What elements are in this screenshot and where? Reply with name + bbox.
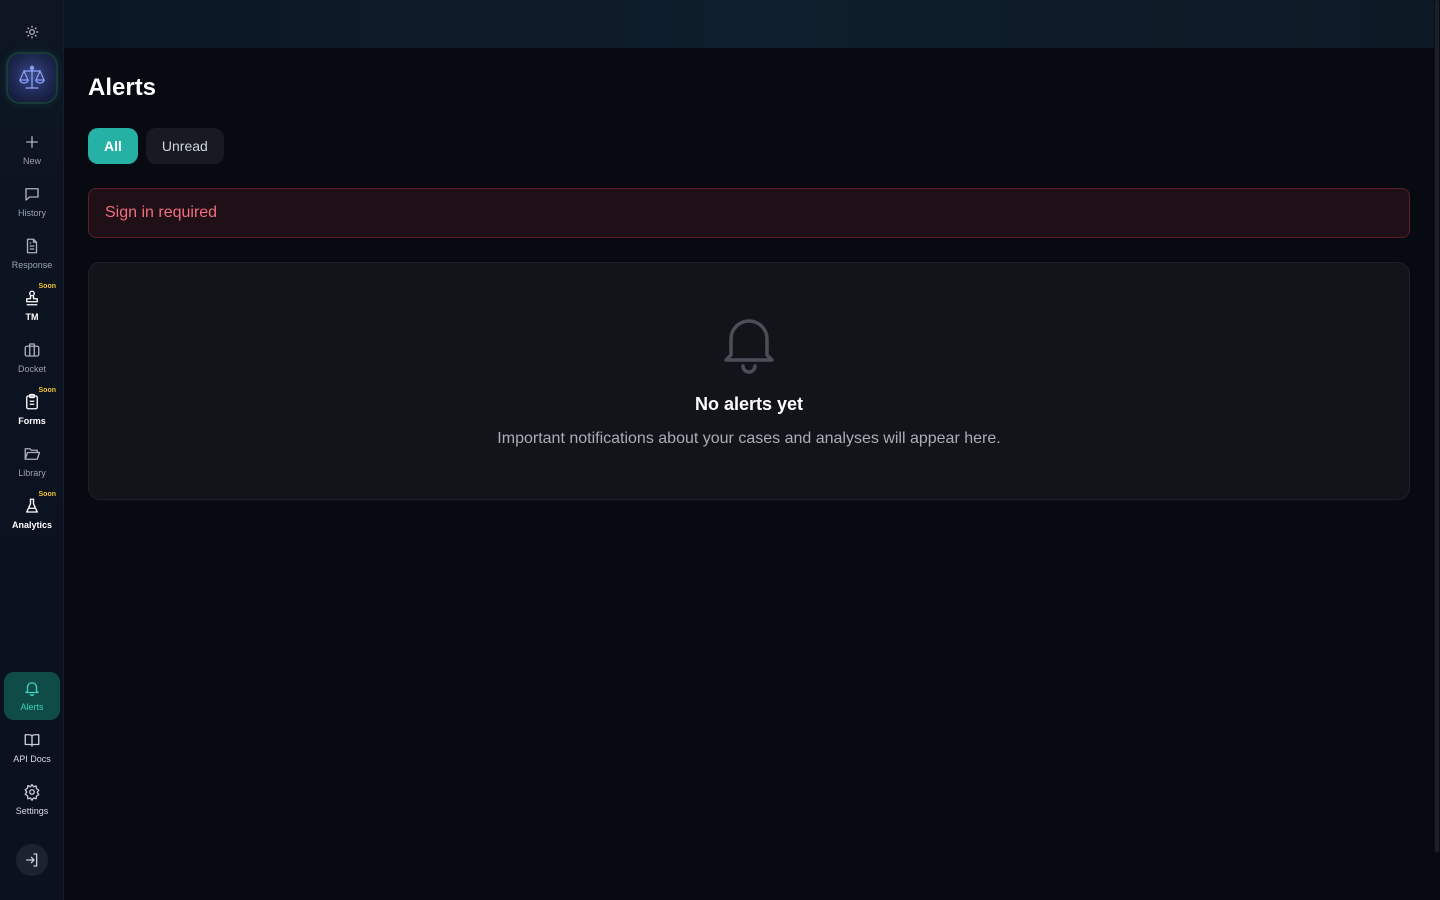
tab-all[interactable]: All: [88, 128, 138, 164]
bell-icon: [724, 319, 774, 374]
log-in-icon: [26, 853, 38, 867]
empty-state-title: No alerts yet: [694, 394, 804, 414]
filter-tabs: All Unread: [88, 128, 224, 164]
briefcase-icon: [22, 340, 42, 360]
page-title: Alerts: [88, 74, 157, 101]
chat-bubble-icon: [22, 184, 42, 204]
error-message: Sign in required: [105, 204, 218, 221]
stamp-icon: [22, 288, 42, 308]
theme-toggle-button[interactable]: [22, 22, 42, 42]
error-banner: Sign in required: [88, 188, 1410, 238]
empty-state-card: No alerts yet Important notifications ab…: [88, 262, 1410, 500]
flask-icon: [22, 496, 42, 516]
sidebar-item-tm[interactable]: Soon TM: [4, 282, 60, 330]
sidebar-item-label: History: [17, 208, 46, 218]
sidebar-item-alerts[interactable]: Alerts: [4, 672, 60, 720]
bell-icon: [22, 678, 42, 698]
sun-icon: [25, 25, 39, 39]
document-icon: [22, 236, 42, 256]
plus-icon: [22, 132, 42, 152]
sidebar-item-label: Alerts: [20, 702, 44, 712]
tab-unread[interactable]: Unread: [145, 128, 224, 164]
soon-badge: Soon: [38, 491, 57, 498]
sidebar-item-library[interactable]: Library: [4, 438, 60, 486]
sidebar-item-label: Settings: [15, 806, 49, 816]
sign-in-button[interactable]: [16, 844, 48, 876]
gear-icon: [22, 782, 42, 802]
sidebar: New History Response Soon TM Docket Soon…: [0, 0, 64, 900]
main-content: Alerts All Unread Sign in required No al…: [64, 48, 1434, 900]
sidebar-item-forms[interactable]: Soon Forms: [4, 386, 60, 434]
sidebar-item-history[interactable]: History: [4, 178, 60, 226]
sidebar-item-docket[interactable]: Docket: [4, 334, 60, 382]
sidebar-item-settings[interactable]: Settings: [4, 776, 60, 824]
sidebar-item-label: Forms: [18, 416, 46, 426]
sidebar-item-response[interactable]: Response: [4, 230, 60, 278]
sidebar-item-label: Response: [11, 260, 53, 270]
sidebar-item-label: Library: [18, 468, 46, 478]
clipboard-icon: [22, 392, 42, 412]
scrollbar[interactable]: [1434, 0, 1440, 852]
folder-open-icon: [22, 444, 42, 464]
scrollbar-thumb[interactable]: [1435, 0, 1439, 852]
sidebar-item-analytics[interactable]: Soon Analytics: [4, 490, 60, 538]
top-bar: [64, 0, 1440, 48]
sidebar-item-new[interactable]: New: [4, 126, 60, 174]
sidebar-item-label: API Docs: [13, 754, 51, 764]
sidebar-item-api-docs[interactable]: API Docs: [4, 724, 60, 772]
sidebar-item-label: TM: [25, 312, 39, 322]
sidebar-item-label: Analytics: [11, 520, 53, 530]
soon-badge: Soon: [38, 387, 57, 394]
empty-state-description: Important notifications about your cases…: [497, 430, 1001, 447]
scales-of-justice-icon: [19, 65, 45, 89]
book-open-icon: [22, 730, 42, 750]
app-root: New History Response Soon TM Docket Soon…: [0, 0, 1440, 900]
sidebar-item-label: Docket: [17, 364, 46, 374]
sidebar-item-label: New: [22, 156, 41, 166]
app-logo[interactable]: [8, 54, 56, 102]
soon-badge: Soon: [38, 283, 57, 290]
